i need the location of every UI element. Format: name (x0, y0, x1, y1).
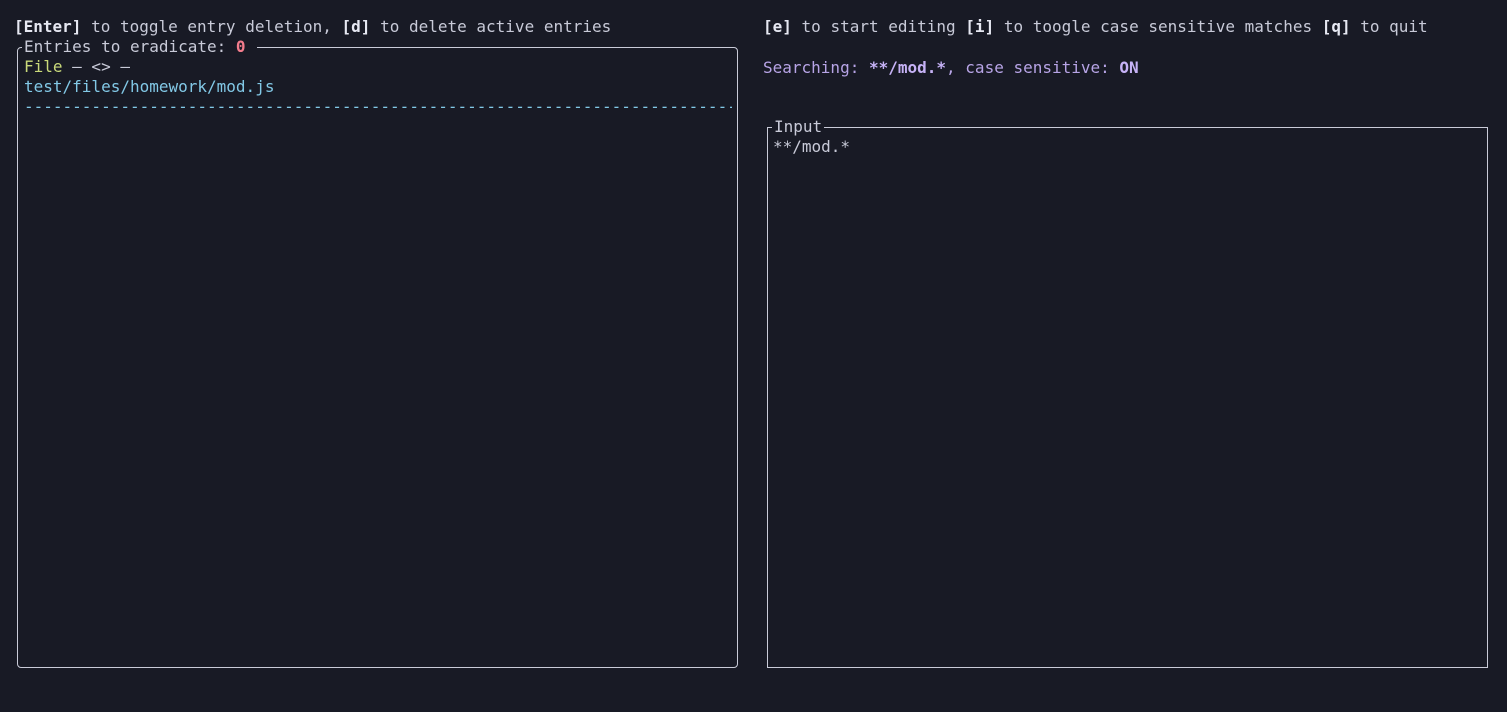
input-panel[interactable]: Input **/mod.* (767, 117, 1488, 668)
help-bar-left: [Enter] to toggle entry deletion, [d] to… (14, 17, 611, 37)
search-status-prefix: Searching: (763, 58, 869, 77)
entries-title-trailing-space (246, 37, 256, 56)
search-input[interactable]: **/mod.* (773, 137, 850, 157)
case-sensitive-value: ON (1119, 58, 1139, 77)
entry-divider: ----------------------------------------… (24, 97, 732, 116)
q-key-description: to quit (1350, 17, 1428, 36)
d-key-description: to delete active entries (370, 17, 612, 36)
entry-path: test/files/homework/mod.js (24, 77, 275, 96)
search-pattern: **/mod.* (868, 58, 947, 77)
d-key-hint: [d] (341, 17, 371, 36)
entry-type: File (24, 57, 63, 76)
input-panel-title: Input (772, 117, 825, 137)
q-key-hint: [q] (1321, 17, 1351, 36)
entry-type-line: File – <> – (24, 57, 130, 77)
entries-panel: Entries to eradicate: 0 File – <> – test… (17, 37, 738, 668)
entries-title-label: Entries to eradicate: (24, 37, 236, 56)
entries-panel-title: Entries to eradicate: 0 (22, 37, 258, 57)
i-key-hint: [i] (965, 17, 995, 36)
help-bar-right: [e] to start editing [i] to toogle case … (763, 17, 1428, 37)
enter-key-hint: [Enter] (14, 17, 82, 36)
entries-count: 0 (235, 37, 246, 56)
i-key-description: to toogle case sensitive matches (994, 17, 1322, 36)
e-key-hint: [e] (763, 17, 792, 36)
e-key-description: to start editing (791, 17, 966, 36)
search-status: Searching: **/mod.*, case sensitive: ON (763, 58, 1139, 78)
search-status-middle: , case sensitive: (946, 58, 1120, 77)
enter-key-description: to toggle entry deletion, (81, 17, 342, 36)
entry-meta: – <> – (62, 57, 130, 76)
